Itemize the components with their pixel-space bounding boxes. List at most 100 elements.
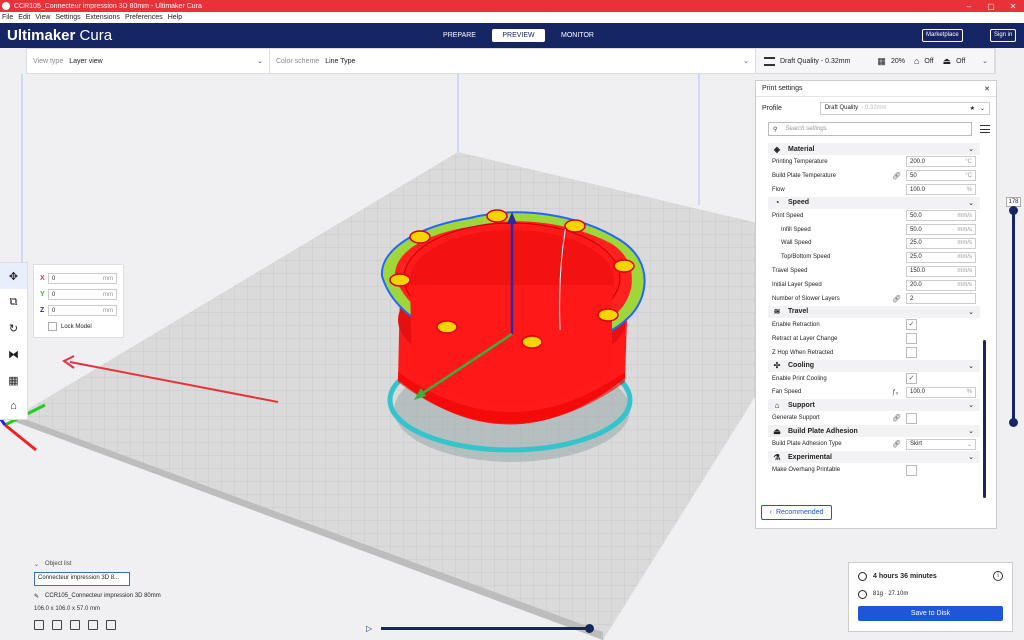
app-header: Ultimaker Cura PREPARE PREVIEW MONITOR M… — [0, 23, 1024, 48]
wall-speed-input[interactable]: 25.0 mm/s — [906, 237, 976, 249]
pencil-icon[interactable]: ✎ — [34, 593, 39, 600]
layer-slider-track[interactable] — [1012, 210, 1015, 424]
setting-z-hop: Z Hop When Retracted — [768, 346, 980, 360]
support-icon: ⌂ — [913, 56, 920, 66]
fan-speed-input[interactable]: 100.0% — [906, 386, 976, 398]
slower-layers-input[interactable]: 2 — [906, 293, 976, 305]
printing-temperature-input[interactable]: 200.0 °C — [906, 156, 976, 168]
link-icon: 🔗︎ — [892, 295, 901, 303]
tab-preview[interactable]: PREVIEW — [492, 29, 545, 42]
minimize-button[interactable]: – — [958, 2, 980, 11]
print-setup-selector[interactable]: Draft Quality - 0.32mm ▦ 20% ⌂ Off ⏏ Off… — [756, 49, 995, 73]
move-icon: ✥ — [8, 270, 19, 283]
lock-model-checkbox[interactable] — [48, 322, 57, 331]
view-controls-bar: View type Layer view ⌄ Color scheme Line… — [26, 48, 996, 74]
menu-view[interactable]: View — [35, 14, 50, 21]
menu-bar: File Edit View Settings Extensions Prefe… — [0, 12, 1024, 23]
infill-icon: ▦ — [877, 55, 886, 66]
enable-cooling-checkbox[interactable]: ✓ — [906, 373, 917, 385]
category-experimental[interactable]: ⚗ Experimental ⌄ — [768, 451, 980, 464]
setting-travel-speed: Travel Speed 150.0 mm/s — [768, 264, 980, 278]
profile-selector[interactable]: Draft Quality - 0.32mm ★ ⌄ — [819, 101, 990, 115]
chevron-down-icon: ⌄ — [257, 58, 263, 65]
save-to-disk-button[interactable]: Save to Disk — [858, 606, 1003, 621]
category-speed[interactable]: ◔ Speed ⌄ — [768, 196, 980, 209]
tab-prepare[interactable]: PREPARE — [433, 29, 486, 42]
category-travel[interactable]: ≋ Travel ⌄ — [768, 305, 980, 318]
settings-list: ◈ Material ⌄ Printing Temperature 200.0 °C B… — [768, 143, 980, 497]
retract-layer-change-checkbox[interactable] — [906, 333, 917, 345]
scale-tool-button[interactable]: ⧉ — [0, 289, 27, 315]
print-settings-panel: Print settings ✕ Profile Draft Quality - … — [755, 80, 997, 529]
menu-settings[interactable]: Settings — [55, 14, 80, 21]
category-cooling[interactable]: ✣ Cooling ⌄ — [768, 359, 980, 372]
flow-input[interactable]: 100.0% — [906, 184, 976, 196]
overhang-printable-checkbox[interactable] — [906, 464, 917, 476]
support-blocker-button[interactable]: ⌂ — [0, 393, 27, 419]
object-list-item[interactable]: Connecteur impression 3D 8... — [34, 572, 130, 586]
tab-monitor[interactable]: MONITOR — [551, 29, 604, 42]
enable-retraction-checkbox[interactable]: ✓ — [906, 319, 917, 331]
category-build-plate-adhesion[interactable]: ⏏ Build Plate Adhesion ⌄ — [768, 425, 980, 438]
setting-slower-layers: Number of Slower Layers 🔗︎ 2 — [768, 292, 980, 306]
menu-edit[interactable]: Edit — [18, 14, 30, 21]
maximize-button[interactable]: ▢ — [980, 2, 1002, 11]
z-hop-checkbox[interactable] — [906, 347, 917, 359]
close-icon[interactable]: ✕ — [984, 85, 990, 93]
x-coordinate-input[interactable]: 0 mm — [48, 273, 117, 284]
object-dimensions: 106.0 x 106.0 x 57.0 mm — [34, 606, 101, 612]
object-list-toggle[interactable]: ⌄ Object list — [34, 561, 71, 568]
rotate-tool-button[interactable]: ↻ — [0, 315, 27, 341]
generate-support-checkbox[interactable] — [906, 412, 917, 424]
close-button[interactable]: ✕ — [1002, 2, 1024, 11]
view-type-value: Layer view — [69, 57, 103, 65]
marketplace-button[interactable]: Marketplace — [922, 29, 963, 42]
star-icon[interactable]: ★ — [970, 105, 975, 112]
setting-print-speed: Print Speed 50.0 mm/s — [768, 209, 980, 223]
top-bottom-speed-input[interactable]: 25.0 mm/s — [906, 251, 976, 263]
left-view-icon[interactable] — [88, 620, 98, 630]
quality-value: Draft Quality - 0.32mm — [780, 57, 851, 65]
ultimaker-cura-logo: Ultimaker Cura — [7, 27, 113, 44]
path-slider-handle[interactable] — [585, 624, 594, 633]
mirror-tool-button[interactable]: ⧓ — [0, 341, 27, 367]
color-scheme-selector[interactable]: Color scheme Line Type ⌄ — [270, 49, 756, 73]
right-view-icon[interactable] — [106, 620, 116, 630]
layer-slider-bottom-handle[interactable] — [1009, 418, 1018, 427]
travel-speed-input[interactable]: 150.0 mm/s — [906, 265, 976, 277]
z-coordinate-input[interactable]: 0 mm — [48, 305, 117, 316]
move-tool-button[interactable]: ✥ — [0, 263, 27, 289]
play-icon[interactable]: ▷ — [366, 624, 372, 633]
category-material[interactable]: ◈ Material ⌄ — [768, 143, 980, 155]
initial-layer-speed-input[interactable]: 20.0 mm/s — [906, 279, 976, 291]
profile-label: Profile — [762, 104, 782, 112]
build-plate-temperature-input[interactable]: 50 °C — [906, 170, 976, 182]
sign-in-button[interactable]: Sign in — [990, 29, 1017, 42]
print-settings-title: Print settings — [762, 85, 803, 92]
path-slider-track[interactable] — [381, 627, 589, 630]
object-list: ⌄ Object list Connecteur impression 3D 8.… — [34, 561, 130, 586]
menu-file[interactable]: File — [2, 14, 13, 21]
view-type-selector[interactable]: View type Layer view ⌄ — [27, 49, 270, 73]
settings-menu-icon[interactable] — [980, 125, 990, 133]
menu-extensions[interactable]: Extensions — [86, 14, 120, 21]
adhesion-type-select[interactable]: Skirt ⌄ — [906, 438, 976, 450]
layer-slider-top-handle[interactable] — [1009, 206, 1018, 215]
mirror-icon: ⧓ — [8, 348, 19, 361]
y-coordinate-input[interactable]: 0 mm — [48, 289, 117, 300]
menu-preferences[interactable]: Preferences — [125, 14, 163, 21]
search-settings-input[interactable]: ⚲ Search settings — [768, 122, 972, 136]
setting-enable-cooling: Enable Print Cooling ✓ — [768, 372, 980, 386]
speedometer-icon: ◔ — [774, 198, 780, 208]
top-view-icon[interactable] — [70, 620, 80, 630]
menu-help[interactable]: Help — [168, 14, 182, 21]
front-view-icon[interactable] — [52, 620, 62, 630]
category-support[interactable]: ⌂ Support ⌄ — [768, 399, 980, 412]
3d-view-icon[interactable] — [34, 620, 44, 630]
per-model-settings-button[interactable]: ▦ — [0, 367, 27, 393]
recommended-button[interactable]: ‹ Recommended — [761, 505, 832, 520]
infill-speed-input[interactable]: 50.0 mm/s — [906, 224, 976, 235]
settings-scrollbar[interactable] — [983, 340, 986, 498]
print-speed-input[interactable]: 50.0 mm/s — [906, 210, 976, 222]
info-icon[interactable]: i — [993, 571, 1003, 581]
